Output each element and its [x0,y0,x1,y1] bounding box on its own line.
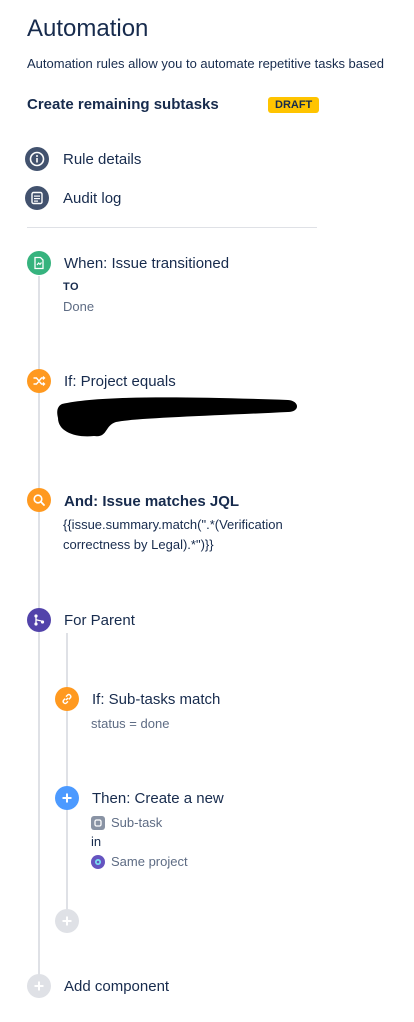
status-badge: DRAFT [268,97,320,113]
info-icon [25,147,49,171]
project-label: Same project [111,854,188,869]
rule-details-label: Rule details [63,150,142,168]
issue-type-chip: Sub-task [91,815,162,830]
project-condition-step[interactable]: If: Project equals [64,373,176,390]
rule-name: Create remaining subtasks [27,96,219,113]
plus-icon [34,981,44,991]
trigger-step[interactable]: When: Issue transitioned [64,255,229,272]
link-icon [55,687,79,711]
search-icon [27,488,51,512]
list-icon [25,186,49,210]
plus-icon [55,786,79,810]
divider [27,227,317,228]
redaction-mark [57,397,297,437]
page-description: Automation rules allow you to automate r… [27,56,384,71]
audit-log-label: Audit log [63,189,122,207]
create-action-step[interactable]: Then: Create a new [92,790,224,807]
add-branch-component-button[interactable] [55,909,79,933]
trigger-icon [27,251,51,275]
shuffle-icon [27,369,51,393]
plus-icon [62,916,72,926]
page-title: Automation [27,15,149,42]
trigger-to-label: TO [63,281,80,293]
branch-timeline-line [66,633,68,921]
add-component-label[interactable]: Add component [64,978,169,995]
subtask-icon [91,815,105,830]
subtasks-condition-step[interactable]: If: Sub-tasks match [92,691,220,708]
branch-step[interactable]: For Parent [64,612,135,629]
issue-type-label: Sub-task [111,815,163,830]
add-component-button[interactable] [27,974,51,998]
jql-condition-step[interactable]: And: Issue matches JQL [64,493,239,510]
jql-expression: {{issue.summary.match(".*(Verification c… [63,517,283,552]
branch-icon [27,608,51,632]
project-chip: Same project [91,854,188,869]
trigger-to-value: Done [63,299,95,314]
subtasks-condition-detail: status = done [91,716,170,731]
rule-details-link[interactable]: Rule details [25,146,141,172]
project-avatar-icon [91,854,105,869]
audit-log-link[interactable]: Audit log [25,185,121,211]
in-label: in [91,834,102,849]
